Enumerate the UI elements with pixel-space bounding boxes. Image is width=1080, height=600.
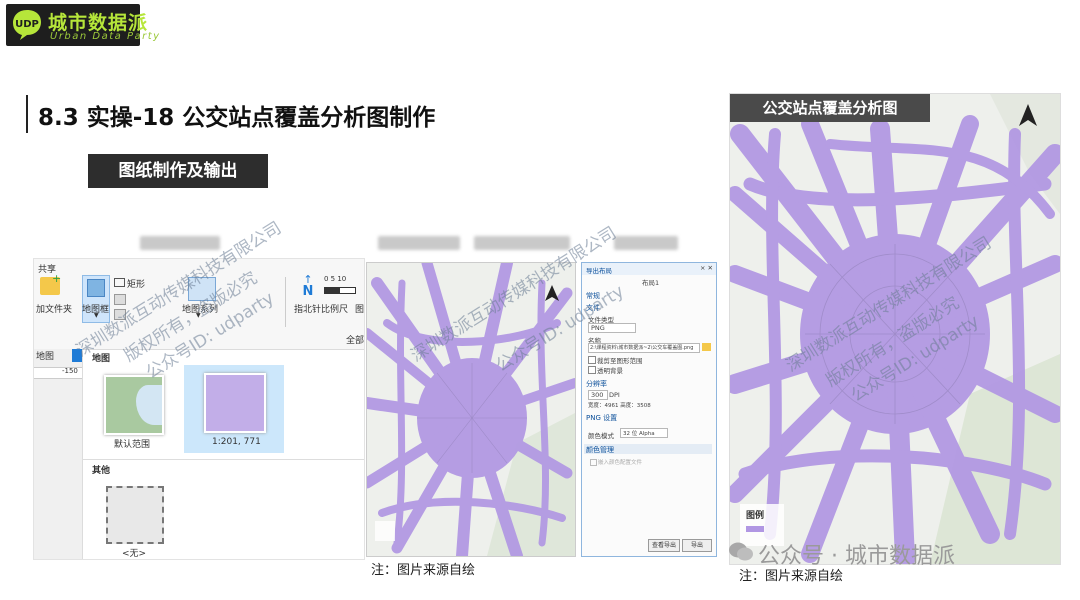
dpi-unit: DPI — [609, 391, 620, 399]
close-icon[interactable]: × ✕ — [700, 264, 713, 272]
blurred-label — [140, 236, 220, 250]
grid-icon — [114, 294, 126, 305]
map-frame-button[interactable]: 地图框 ▼ — [82, 275, 110, 323]
north-arrow-button[interactable]: 指北针 — [294, 302, 321, 315]
color-mode-select[interactable]: 32 位 Alpha — [620, 428, 668, 438]
checkbox-transparent[interactable] — [588, 366, 596, 374]
rectangle-button[interactable]: 矩形 — [127, 277, 145, 290]
ruler: -150 — [34, 367, 82, 379]
gallery-filter-all[interactable]: 全部 — [346, 333, 364, 346]
thumb-scale-label: 1:201, 771 — [212, 437, 261, 447]
tab-map[interactable]: 地图 — [36, 349, 54, 362]
section-resolution[interactable]: 分辨率 — [586, 379, 607, 389]
check-clip-label: 裁剪至图形范围 — [597, 357, 643, 365]
map-frame-icon — [87, 279, 105, 297]
scale-ticks: 0 5 10 — [324, 275, 347, 283]
scale-bar-icon — [324, 287, 356, 294]
color-mode-value: 32 位 Alpha — [623, 431, 655, 437]
blurred-label — [474, 236, 570, 250]
plus-icon: + — [52, 272, 62, 285]
wechat-icon — [728, 541, 754, 563]
section-color: 颜色管理 — [586, 446, 614, 454]
rectangle-icon — [114, 278, 125, 287]
add-folder-button[interactable]: 加文件夹 — [36, 302, 72, 315]
checkbox-embed[interactable] — [590, 459, 597, 466]
truncated-button[interactable]: 图 — [355, 302, 364, 315]
view-export-button[interactable]: 查看导出 — [648, 539, 680, 552]
checkbox-clip[interactable] — [588, 356, 596, 364]
filetype-select[interactable]: PNG — [588, 323, 636, 333]
thumb-none[interactable] — [106, 486, 164, 544]
dpi-value: 300 — [591, 391, 604, 399]
udp-logo-icon: UDP — [13, 10, 41, 40]
thumb-default-label: 默认范围 — [114, 440, 151, 450]
section-tag: 图纸制作及输出 — [88, 154, 268, 188]
thumb-none-label: <无> — [122, 549, 147, 559]
north-arrow-icon — [545, 285, 559, 301]
chevron-down-icon: ▼ — [94, 312, 99, 319]
map-title-tag: 公交站点覆盖分析图 — [730, 94, 930, 122]
thumb-selected-bg[interactable]: 1:201, 771 — [184, 365, 284, 453]
section-png[interactable]: PNG 设置 — [586, 413, 617, 423]
page-title: 8.3 实操-18 公交站点覆盖分析图制作 — [38, 105, 436, 131]
source-note-left: 注：图片来源自绘 — [371, 563, 476, 578]
dpi-input[interactable]: 300 — [588, 390, 608, 400]
gallery-divider — [82, 459, 364, 460]
thumb-coverage-map — [204, 373, 266, 433]
wechat-account-watermark: 公众号 · 城市数据派 — [758, 544, 955, 569]
export-button[interactable]: 导出 — [682, 539, 712, 552]
thumb-default-extent[interactable] — [104, 375, 164, 435]
title-accent-bar — [26, 95, 28, 133]
folder-icon[interactable] — [702, 343, 711, 351]
blurred-label — [614, 236, 678, 250]
udp-logo: UDP 城市数据派 Urban Data Party — [6, 4, 159, 46]
name-value: 2:\课程资料\城市数据派~2\公交车覆盖图.png — [590, 345, 694, 351]
blurred-label — [378, 236, 460, 250]
dialog-header: 布局1 — [642, 279, 660, 287]
map-legend-label: 图例 — [746, 511, 765, 521]
north-arrow-icon — [1019, 104, 1037, 126]
ribbon-separator — [285, 277, 286, 327]
logo-mark-text: UDP — [15, 19, 39, 30]
section-color-bar[interactable]: 颜色管理 — [584, 444, 712, 454]
scale-bar-button[interactable]: 比例尺 — [321, 302, 348, 315]
north-arrow-icon: N — [302, 284, 314, 299]
filetype-value: PNG — [591, 324, 605, 332]
name-input[interactable]: 2:\课程资料\城市数据派~2\公交车覆盖图.png — [588, 343, 700, 353]
gallery-section-other: 其他 — [92, 466, 111, 476]
dialog-titlebar: 导出布局 × ✕ — [582, 263, 716, 275]
ruler-value: -150 — [62, 367, 78, 375]
dialog-title: 导出布局 — [586, 267, 612, 275]
label-color-mode: 颜色模式 — [588, 432, 614, 440]
export-size: 宽度：4961 高度：3508 — [588, 403, 651, 409]
thumb-water-shape — [136, 385, 162, 425]
layout-view-strip: 地图 -150 — [34, 349, 83, 559]
check-embed-label: 嵌入颜色配置文件 — [598, 460, 643, 466]
check-transparent-label: 透明背景 — [597, 367, 623, 375]
logo-subtitle: Urban Data Party — [50, 31, 161, 42]
